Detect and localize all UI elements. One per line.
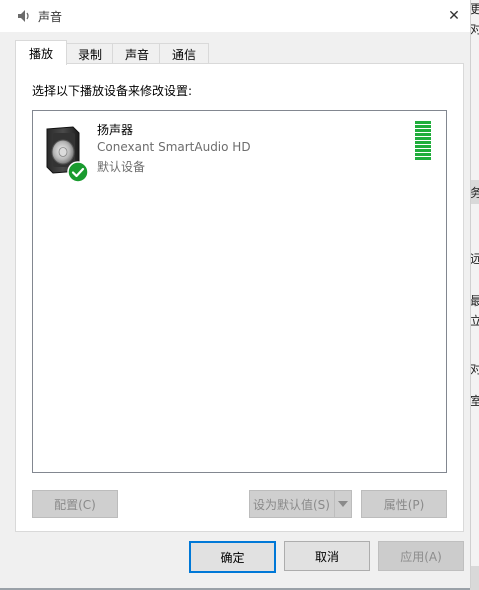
close-icon: ✕ (448, 8, 460, 24)
level-bar (415, 153, 431, 156)
level-bar (415, 157, 431, 160)
playback-panel: 选择以下播放设备来修改设置: 扬声器 Conexant SmartAudio H… (15, 63, 464, 532)
window-title: 声音 (38, 10, 63, 24)
tab-label: 声音 (124, 47, 149, 62)
level-bar (415, 137, 431, 140)
device-name: 扬声器 (97, 123, 134, 137)
close-button[interactable]: ✕ (438, 0, 470, 32)
desktop-background-right: 更 对 务 远 最 立 对 室 (470, 0, 479, 590)
tab-communications[interactable]: 通信 (159, 43, 209, 64)
bg-text: 立 (470, 314, 479, 328)
button-label: 取消 (314, 549, 339, 564)
instruction-text: 选择以下播放设备来修改设置: (32, 84, 193, 98)
apply-button[interactable]: 应用(A) (378, 541, 464, 571)
device-status: 默认设备 (97, 160, 146, 174)
level-bar (415, 121, 431, 124)
set-default-button[interactable]: 设为默认值(S) (249, 490, 352, 518)
level-bar (415, 129, 431, 132)
tab-label: 录制 (77, 47, 102, 62)
device-list[interactable]: 扬声器 Conexant SmartAudio HD 默认设备 (32, 110, 447, 473)
tab-playback[interactable]: 播放 (15, 40, 67, 65)
bg-text: 最 (470, 294, 479, 308)
bg-text: 室 (470, 394, 479, 408)
button-label: 确定 (220, 550, 245, 565)
bg-bar (470, 566, 479, 590)
bg-text: 更 (470, 2, 479, 16)
level-bar (415, 133, 431, 136)
ok-button[interactable]: 确定 (189, 541, 276, 573)
configure-button[interactable]: 配置(C) (32, 490, 118, 518)
bg-text: 对 (470, 362, 479, 376)
volume-level-meter (415, 121, 431, 161)
set-default-dropdown[interactable] (334, 491, 351, 517)
button-label: 应用(A) (400, 549, 442, 564)
tab-label: 通信 (171, 47, 196, 62)
level-bar (415, 141, 431, 144)
level-bar (415, 125, 431, 128)
button-label: 配置(C) (54, 497, 96, 512)
tab-label: 播放 (28, 46, 53, 61)
bg-text: 远 (470, 252, 479, 266)
tab-sounds[interactable]: 声音 (112, 43, 162, 64)
bg-text: 务 (470, 186, 479, 200)
device-item-speakers[interactable]: 扬声器 Conexant SmartAudio HD 默认设备 (39, 117, 439, 183)
properties-button[interactable]: 属性(P) (361, 490, 447, 518)
cancel-button[interactable]: 取消 (284, 541, 370, 571)
button-label: 设为默认值(S) (253, 497, 330, 512)
green-check-icon (67, 161, 89, 183)
speaker-title-icon (18, 10, 29, 22)
device-driver: Conexant SmartAudio HD (97, 140, 251, 154)
title-bar[interactable]: 声音 ✕ (0, 0, 470, 32)
button-label: 属性(P) (383, 497, 425, 512)
level-bar (415, 145, 431, 148)
bg-text: 对 (470, 22, 479, 36)
level-bar (415, 149, 431, 152)
tab-recording[interactable]: 录制 (65, 43, 115, 64)
sound-dialog: 声音 ✕ 播放 录制 声音 通信 选择以下播放设备来修改设置: 扬声器 Cone… (0, 0, 470, 588)
chevron-down-icon (338, 501, 348, 507)
